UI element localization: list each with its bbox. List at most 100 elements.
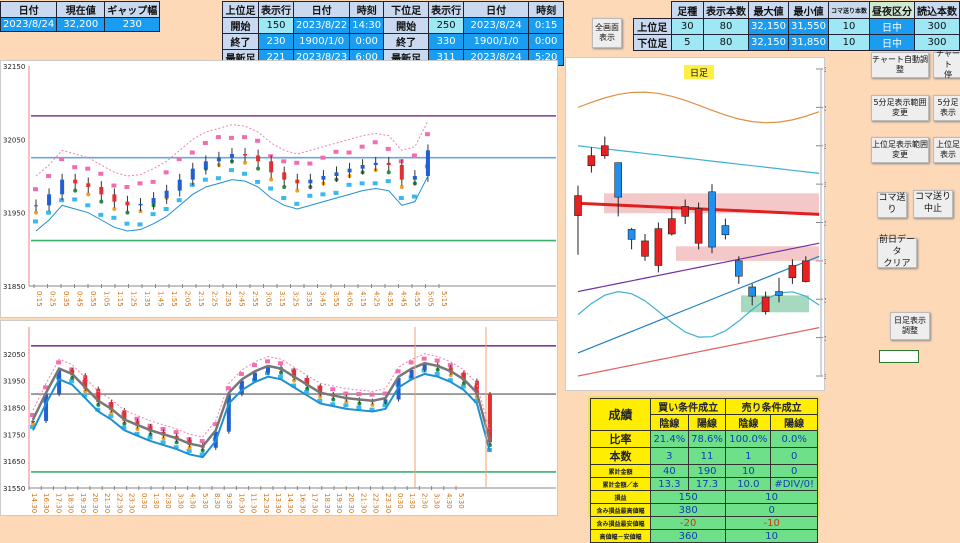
candle — [735, 260, 743, 277]
x-tick-label: 21:30 — [103, 493, 111, 513]
summary-value[interactable]: 32,200 — [56, 17, 106, 32]
candle — [31, 420, 35, 422]
x-tick-label: 2:45 — [238, 291, 246, 307]
range-cell[interactable]: 2023/8/22 — [292, 17, 351, 34]
column-header: 表示行 — [258, 1, 294, 18]
result-value: 11 — [687, 447, 727, 465]
x-tick-label: 0:55 — [89, 291, 97, 307]
blank-header — [634, 2, 672, 19]
row-label: 終了 — [383, 33, 430, 50]
x-tick-label: 0:15 — [35, 291, 43, 307]
x-tick-label: 2:55 — [251, 291, 259, 307]
lower-band-marker — [111, 215, 117, 220]
y-tick-label: 31950 — [3, 210, 25, 218]
column-header: 最大値 — [747, 1, 789, 19]
signal-dot — [256, 166, 261, 171]
range-cell[interactable]: 250 — [428, 17, 465, 34]
candle — [694, 208, 703, 244]
y-tick-label: 31850 — [3, 405, 25, 413]
column-header: ギャップ幅 — [104, 1, 161, 18]
column-header: 表示行 — [428, 1, 465, 18]
x-tick-label: 3:30 — [176, 493, 184, 509]
setting-cell[interactable]: 10 — [827, 34, 870, 51]
lower-timeframe-chart: 32150 32050 31950 31850 0:15 0:25 0:35 0:45 0:55… — [0, 60, 558, 318]
x-tick-label: 4:05 — [346, 291, 354, 307]
signal-dot — [34, 210, 38, 215]
candle — [112, 194, 117, 202]
result-value: 78.6% — [687, 430, 727, 448]
fullscreen-button[interactable]: 全画面 表示 — [592, 18, 622, 48]
row-label: 開始 — [383, 17, 430, 34]
range-cell[interactable]: 0:00 — [528, 33, 565, 50]
range-cell[interactable]: 14:30 — [349, 17, 385, 34]
setting-cell[interactable]: 80 — [702, 18, 749, 35]
sub-header: 陰線 — [725, 414, 772, 431]
chart-stop-button[interactable]: チャート 停 — [933, 49, 960, 79]
candle — [256, 155, 261, 162]
range-cell[interactable]: 0:00 — [349, 33, 385, 50]
range-cell[interactable]: 1900/1/0 — [292, 33, 351, 50]
upper-band-marker — [85, 166, 91, 171]
upper-band-marker — [251, 363, 257, 368]
x-tick-label: 16:30 — [42, 493, 50, 513]
range-cell[interactable]: 2023/8/24 — [463, 17, 530, 34]
upper-envelope-line — [32, 353, 491, 438]
x-tick-label: 4:15 — [359, 291, 367, 307]
clear-previous-data-button[interactable]: 前日データ クリア — [877, 235, 917, 269]
setting-cell[interactable]: 80 — [702, 34, 749, 51]
candle — [383, 399, 388, 403]
upper-display-button[interactable]: 上位足 表示 — [933, 137, 960, 163]
setting-cell[interactable]: 31,550 — [787, 18, 829, 35]
step-stop-button[interactable]: コマ送り 中止 — [913, 190, 953, 218]
upper-range-change-button[interactable]: 上位足表示範囲変更 — [871, 137, 929, 163]
setting-cell[interactable]: 10 — [827, 18, 870, 35]
column-header: 現在値 — [56, 1, 106, 18]
candle — [229, 154, 234, 158]
range-cell[interactable]: 0:15 — [528, 17, 565, 34]
x-tick-label: 1:45 — [157, 291, 165, 307]
setting-cell[interactable]: 32,150 — [747, 18, 789, 35]
lower-band-marker — [320, 192, 326, 197]
setting-cell[interactable]: 30 — [670, 18, 704, 35]
daily-chart: 34,400 33,900 33,400 32,900 32,400 31,900 31,4… — [565, 57, 845, 391]
lower-band-marker — [333, 190, 339, 195]
candle — [266, 367, 270, 373]
setting-cell[interactable]: 日中 — [868, 18, 915, 35]
range-cell[interactable]: 150 — [258, 17, 294, 34]
setting-cell[interactable]: 日中 — [868, 34, 915, 51]
result-value: 10.0 — [725, 477, 772, 491]
candle — [748, 286, 756, 297]
x-tick-label: 1:25 — [130, 291, 138, 307]
5min-range-change-button[interactable]: 5分足表示範囲変更 — [871, 95, 929, 121]
candle — [347, 168, 352, 173]
setting-cell[interactable]: 5 — [670, 34, 704, 51]
range-cell[interactable]: 330 — [428, 33, 465, 50]
setting-cell[interactable]: 300 — [913, 34, 960, 51]
lower-band-marker — [268, 186, 274, 191]
upper-band-marker — [346, 150, 352, 155]
lower-band-marker — [242, 171, 248, 176]
lower-band-marker — [307, 193, 313, 198]
setting-cell[interactable]: 32,150 — [747, 34, 789, 51]
x-tick-label: 14:30 — [286, 493, 294, 513]
daily-display-adjust-button[interactable]: 日足表示調整 — [890, 312, 930, 340]
setting-cell[interactable]: 31,850 — [787, 34, 829, 51]
result-value: 360 — [649, 529, 727, 543]
lower-band-marker — [176, 198, 182, 203]
candle — [282, 172, 287, 180]
step-forward-button[interactable]: コマ送り — [877, 192, 907, 218]
range-cell[interactable]: 230 — [258, 33, 294, 50]
x-tick-label: 16:30 — [298, 493, 306, 513]
5min-display-button[interactable]: 5分足 表示 — [933, 95, 960, 121]
x-tick-label: 0:45 — [76, 291, 84, 307]
setting-cell[interactable]: 300 — [913, 18, 960, 35]
range-cell[interactable]: 1900/1/0 — [463, 33, 530, 50]
chart-auto-adjust-button[interactable]: チャート自動調整 — [871, 52, 929, 78]
summary-value[interactable]: 230 — [104, 17, 161, 32]
column-header: 日付 — [0, 1, 58, 18]
summary-value[interactable]: 2023/8/24 — [0, 17, 58, 32]
selected-cell[interactable] — [879, 350, 919, 363]
x-tick-label: 0:30 — [140, 493, 148, 509]
upper-band-marker — [137, 181, 143, 186]
result-value: 40 — [650, 464, 689, 478]
